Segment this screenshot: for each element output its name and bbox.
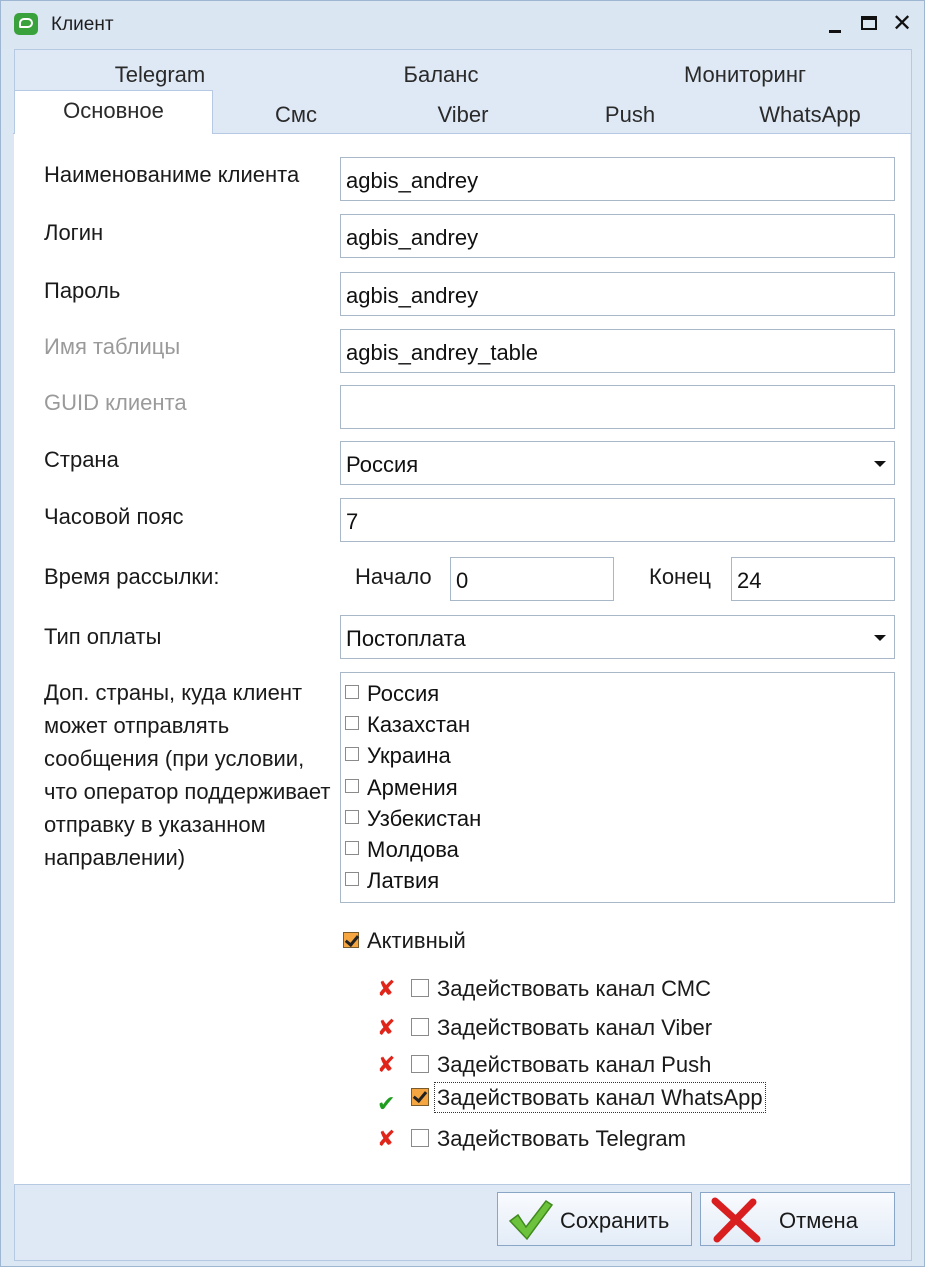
checkbox[interactable]	[345, 716, 359, 731]
table-name-input[interactable]: agbis_andrey_table	[340, 329, 895, 373]
country-label: Страна	[44, 447, 119, 472]
payment-type-label: Тип оплаты	[44, 624, 162, 649]
dropdown-arrow-icon[interactable]	[874, 635, 886, 641]
tab-push[interactable]: Push	[580, 102, 680, 130]
password-label: Пароль	[44, 278, 121, 303]
checkbox[interactable]	[345, 841, 359, 856]
timezone-label: Часовой пояс	[44, 504, 184, 529]
payment-type-value: Постоплата	[346, 626, 466, 651]
push-channel-checkbox[interactable]	[411, 1055, 429, 1074]
extra-countries-list[interactable]: Россия Казахстан Украина Армения Узбекис…	[340, 672, 895, 903]
list-item[interactable]: Латвия	[345, 868, 439, 894]
sms-channel-checkbox[interactable]	[411, 979, 429, 998]
tab-balance[interactable]: Баланс	[376, 62, 506, 90]
checkbox[interactable]	[345, 779, 359, 794]
guid-input[interactable]	[340, 385, 895, 429]
telegram-channel-row[interactable]: Задействовать Telegram	[411, 1126, 686, 1152]
viber-channel-row[interactable]: Задействовать канал Viber	[411, 1015, 712, 1041]
green-check-icon: ✔	[377, 1091, 396, 1116]
login-label: Логин	[44, 220, 104, 245]
list-item[interactable]: Армения	[345, 775, 458, 801]
send-start-label: Начало	[355, 564, 432, 589]
country-value: Россия	[346, 452, 419, 477]
tab-telegram[interactable]: Telegram	[95, 62, 225, 90]
checkbox[interactable]	[345, 747, 359, 762]
maximize-icon[interactable]	[857, 11, 883, 37]
list-item[interactable]: Узбекистан	[345, 806, 481, 832]
payment-type-select[interactable]: Постоплата	[340, 615, 895, 659]
send-end-input[interactable]: 24	[731, 557, 895, 601]
list-item[interactable]: Россия	[345, 681, 439, 707]
minimize-icon[interactable]	[823, 11, 849, 37]
country-select[interactable]: Россия	[340, 441, 895, 485]
checkbox[interactable]	[345, 810, 359, 825]
list-item[interactable]: Молдова	[345, 837, 459, 863]
login-input[interactable]: agbis_andrey	[340, 214, 895, 258]
tab-main[interactable]: Основное	[14, 90, 213, 134]
app-chat-icon	[14, 13, 38, 35]
tab-monitoring[interactable]: Мониторинг	[660, 62, 830, 90]
active-label: Активный	[367, 928, 466, 953]
client-name-label: Наименованиме клиента	[44, 162, 300, 187]
list-item[interactable]: Казахстан	[345, 712, 470, 738]
red-x-icon: ✘	[377, 1126, 396, 1151]
dropdown-arrow-icon[interactable]	[874, 461, 886, 467]
red-x-icon: ✘	[377, 1015, 396, 1040]
whatsapp-channel-row[interactable]: Задействовать канал WhatsApp	[411, 1082, 766, 1113]
guid-label: GUID клиента	[44, 390, 187, 415]
client-name-input[interactable]: agbis_andrey	[340, 157, 895, 201]
extra-countries-label: Доп. страны, куда клиент может отправлят…	[44, 680, 331, 870]
tab-viber[interactable]: Viber	[413, 102, 513, 130]
cancel-x-icon	[711, 1197, 761, 1243]
active-checkbox-row[interactable]: Активный	[343, 928, 466, 954]
password-input[interactable]: agbis_andrey	[340, 272, 895, 316]
send-time-label: Время рассылки:	[44, 564, 220, 589]
list-item[interactable]: Украина	[345, 743, 451, 769]
timezone-input[interactable]: 7	[340, 498, 895, 542]
table-name-label: Имя таблицы	[44, 334, 181, 359]
send-start-input[interactable]: 0	[450, 557, 614, 601]
checkbox[interactable]	[345, 685, 359, 700]
whatsapp-channel-checkbox[interactable]	[411, 1088, 429, 1107]
push-channel-row[interactable]: Задействовать канал Push	[411, 1052, 711, 1078]
title-bar[interactable]: Клиент ✕	[1, 1, 924, 49]
viber-channel-checkbox[interactable]	[411, 1018, 429, 1037]
sms-channel-row[interactable]: Задействовать канал СМС	[411, 976, 711, 1002]
send-end-label: Конец	[649, 564, 712, 589]
cancel-button[interactable]: Отмена	[700, 1192, 895, 1246]
telegram-channel-checkbox[interactable]	[411, 1129, 429, 1148]
red-x-icon: ✘	[377, 1052, 396, 1077]
active-checkbox[interactable]	[343, 932, 359, 949]
tab-sms[interactable]: Смс	[246, 102, 346, 130]
window-title: Клиент	[51, 14, 114, 35]
red-x-icon: ✘	[377, 976, 396, 1001]
tab-whatsapp[interactable]: WhatsApp	[745, 102, 875, 130]
check-icon	[508, 1199, 554, 1241]
checkbox[interactable]	[345, 872, 359, 887]
save-button[interactable]: Сохранить	[497, 1192, 692, 1246]
close-icon[interactable]: ✕	[889, 11, 915, 37]
